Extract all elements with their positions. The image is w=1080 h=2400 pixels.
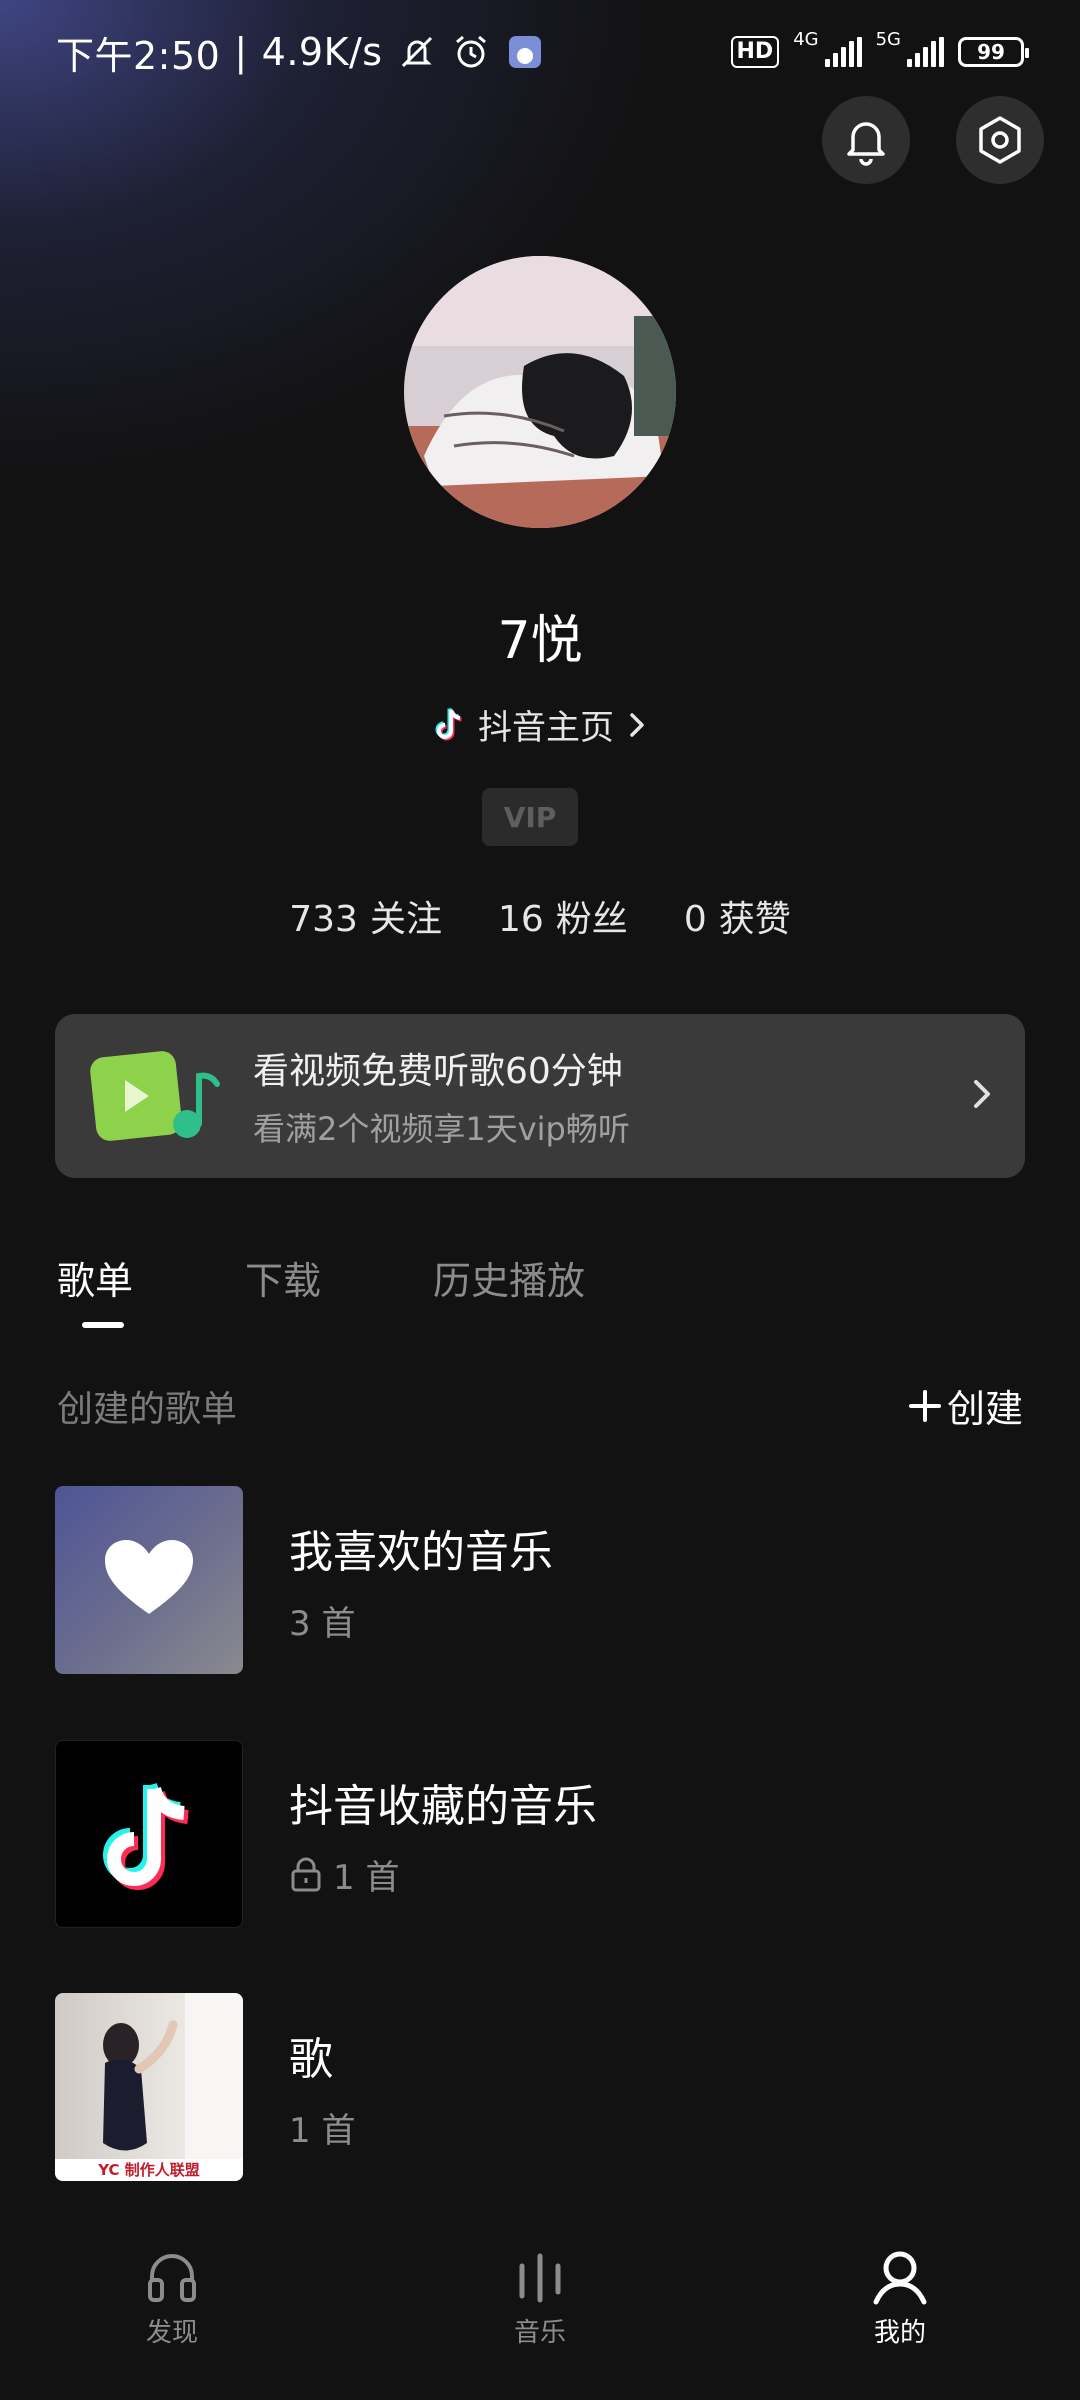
- playlist-info: 我喜欢的音乐 3 首: [289, 1516, 553, 1645]
- hd-badge: HD: [730, 36, 780, 68]
- mute-bell-icon: [401, 36, 432, 68]
- playlist-name: 抖音收藏的音乐: [289, 1780, 597, 1832]
- net-label-5g: 5G: [875, 29, 901, 50]
- nav-music[interactable]: 音乐: [510, 2246, 570, 2349]
- playlist-info: 歌 1 首: [289, 2023, 355, 2152]
- signal-icon-2: [907, 37, 944, 67]
- douyin-cover: [55, 1740, 243, 1928]
- playlist-info: 抖音收藏的音乐 1 首: [289, 1770, 597, 1899]
- stat-following[interactable]: 733 关注: [289, 890, 442, 942]
- username: 7悦: [497, 611, 583, 671]
- nav-mine[interactable]: 我的: [870, 2246, 930, 2349]
- playlist-item-songs[interactable]: YC 制作人联盟 歌 1 首: [55, 1993, 1025, 2181]
- tiktok-logo-icon: [103, 1782, 189, 1890]
- playlist-count-text: 1 首: [289, 2110, 356, 2151]
- heart-icon: [105, 1540, 193, 1614]
- liked-cover: [55, 1486, 243, 1674]
- promo-subtitle: 看满2个视频享1天vip畅听: [253, 1110, 630, 1148]
- tab-history[interactable]: 历史播放: [433, 1250, 585, 1305]
- avatar-illustration: [404, 256, 676, 528]
- status-divider: |: [234, 30, 248, 74]
- created-playlists-header: 创建的歌单 创建: [57, 1378, 1023, 1433]
- person-icon: [873, 2251, 927, 2305]
- settings-button[interactable]: [956, 96, 1044, 184]
- cover-caption: YC 制作人联盟: [98, 2161, 200, 2179]
- status-left: 下午2:50 | 4.9K/s: [56, 25, 545, 80]
- nav-label: 我的: [873, 2318, 926, 2348]
- library-tabs: 歌单 下载 历史播放: [57, 1250, 585, 1328]
- playlist-count-text: 1 首: [333, 1857, 400, 1898]
- nav-discover[interactable]: 发现: [142, 2246, 202, 2349]
- stat-followers-value: 16: [497, 899, 544, 940]
- tab-playlists[interactable]: 歌单: [57, 1250, 133, 1328]
- plus-icon: [908, 1389, 941, 1422]
- cover-photo: [55, 1993, 243, 2181]
- signal-icon-1: [824, 37, 862, 67]
- nav-label: 发现: [145, 2318, 198, 2348]
- settings-hex-icon: [979, 116, 1021, 164]
- playlist-count: 3 首: [289, 1596, 553, 1645]
- net-label-4g: 4G: [793, 29, 819, 50]
- douyin-homepage-link[interactable]: 抖音主页: [0, 700, 1080, 749]
- chevron-right-icon: [974, 1080, 990, 1108]
- avatar[interactable]: [404, 256, 676, 528]
- status-net-speed: 4.9K/s: [261, 30, 383, 74]
- app-root: 下午2:50 | 4.9K/s HD 4G 5G 99 7悦 抖音主页 VIP …: [0, 0, 1080, 2400]
- stat-followers-label: 粉丝: [555, 899, 628, 940]
- vip-badge[interactable]: VIP: [482, 788, 578, 846]
- stat-following-value: 733: [289, 899, 358, 940]
- stat-likes-value: 0: [683, 899, 707, 940]
- playlist-count: 1 首: [289, 2103, 355, 2152]
- bell-icon: [847, 122, 885, 166]
- tiktok-logo-icon: [435, 707, 462, 740]
- video-music-icon: [87, 1046, 223, 1146]
- playlist-item-douyin[interactable]: 抖音收藏的音乐 1 首: [55, 1740, 1025, 1928]
- playlist-item-liked[interactable]: 我喜欢的音乐 3 首: [55, 1486, 1025, 1674]
- status-time: 下午2:50: [56, 33, 221, 78]
- app-notification-icon: [508, 36, 541, 68]
- stat-following-label: 关注: [369, 899, 442, 940]
- stat-likes-label: 获赞: [718, 899, 791, 940]
- status-bar: 下午2:50 | 4.9K/s HD 4G 5G 99: [0, 0, 1080, 104]
- alarm-icon: [455, 35, 486, 68]
- headphones-icon: [148, 2254, 196, 2302]
- stat-followers[interactable]: 16 粉丝: [498, 890, 628, 942]
- chevron-right-icon: [630, 712, 644, 737]
- bottom-navigation: 发现 音乐 我的: [0, 2230, 1080, 2400]
- stat-likes[interactable]: 0 获赞: [684, 890, 791, 942]
- playlist-count-text: 3 首: [289, 1603, 356, 1644]
- playlist-count: 1 首: [289, 1850, 597, 1899]
- battery-level: 99: [977, 40, 1005, 64]
- lock-icon: [291, 1857, 321, 1892]
- playlist-name: 歌: [289, 2033, 333, 2085]
- promo-text: 看视频免费听歌60分钟 看满2个视频享1天vip畅听: [253, 1042, 630, 1150]
- playlist-name: 我喜欢的音乐: [289, 1526, 553, 1578]
- douyin-link-label: 抖音主页: [478, 708, 614, 748]
- create-playlist-button[interactable]: 创建: [907, 1378, 1023, 1433]
- music-bars-icon: [519, 2253, 561, 2303]
- nav-label: 音乐: [513, 2318, 566, 2348]
- stats-row: 733 关注 16 粉丝 0 获赞: [0, 890, 1080, 942]
- status-right: HD 4G 5G 99: [730, 31, 1029, 68]
- promo-title: 看视频免费听歌60分钟: [253, 1051, 623, 1092]
- free-listen-promo-banner[interactable]: 看视频免费听歌60分钟 看满2个视频享1天vip畅听: [55, 1014, 1025, 1178]
- tab-downloads[interactable]: 下载: [245, 1250, 321, 1305]
- create-label: 创建: [946, 1387, 1023, 1431]
- battery-icon: 99: [958, 37, 1029, 67]
- notification-button[interactable]: [822, 96, 910, 184]
- song-cover: YC 制作人联盟: [55, 1993, 243, 2181]
- section-title: 创建的歌单: [57, 1388, 238, 1430]
